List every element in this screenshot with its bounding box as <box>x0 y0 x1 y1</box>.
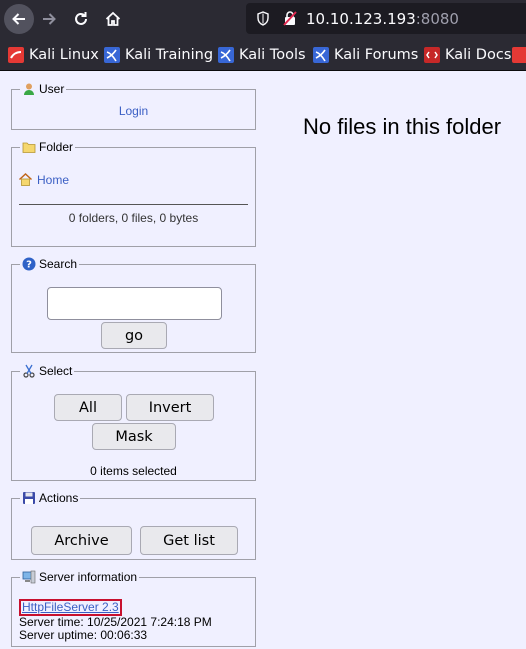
user-legend: User <box>20 82 66 96</box>
archive-button[interactable]: Archive <box>31 526 132 555</box>
kali-docs-icon <box>424 47 440 63</box>
arrow-right-icon <box>43 13 56 25</box>
user-panel: User Login <box>11 82 256 130</box>
server-legend: Server information <box>20 570 139 584</box>
floppy-disk-icon <box>23 492 35 504</box>
browser-toolbar: 10.10.123.193:8080 <box>0 0 526 38</box>
bookmark-kali-tools[interactable]: Kali Tools <box>218 46 306 64</box>
folder-stats: 0 folders, 0 files, 0 bytes <box>68 211 199 225</box>
search-input[interactable] <box>47 287 222 320</box>
search-legend: ? Search <box>20 257 79 271</box>
search-panel: ? Search go <box>11 257 256 353</box>
address-bar[interactable]: 10.10.123.193:8080 <box>246 3 526 34</box>
folder-legend-label: Folder <box>39 140 74 154</box>
mask-button[interactable]: Mask <box>92 423 176 450</box>
scissors-icon <box>23 364 35 378</box>
folder-legend: Folder <box>20 140 75 154</box>
empty-folder-message: No files in this folder <box>303 114 502 139</box>
svg-text:?: ? <box>26 260 32 271</box>
home-icon <box>105 11 121 26</box>
actions-legend-label: Actions <box>39 491 79 505</box>
folder-icon <box>22 142 36 153</box>
actions-panel: Actions Archive Get list <box>11 491 256 560</box>
url-host: 10.10.123.193 <box>306 10 416 28</box>
home-row: Home <box>18 172 255 187</box>
search-legend-label: Search <box>39 257 78 271</box>
folder-divider <box>19 204 248 205</box>
select-legend-label: Select <box>39 364 73 378</box>
select-legend: Select <box>20 364 74 378</box>
actions-legend: Actions <box>20 491 80 505</box>
bookmark-kali-linux[interactable]: Kali Linux <box>8 46 99 64</box>
kali-forums-icon <box>313 47 329 63</box>
bookmark-kali-forums[interactable]: Kali Forums <box>313 46 418 64</box>
invert-button[interactable]: Invert <box>126 394 214 421</box>
server-icon <box>22 570 36 584</box>
bookmarks-bar: Kali Linux Kali Training Kali Tools Kali… <box>0 38 526 71</box>
bookmark-label: Kali Docs <box>445 47 512 63</box>
reload-button[interactable] <box>66 4 96 34</box>
home-link[interactable]: Home <box>37 173 69 187</box>
folder-panel: Folder Home 0 folders, 0 files, 0 bytes <box>11 140 256 247</box>
bookmark-kali-training[interactable]: Kali Training <box>104 46 213 64</box>
url-text: 10.10.123.193:8080 <box>306 10 459 28</box>
go-button[interactable]: go <box>101 322 167 349</box>
bookmark-label: Kali Tools <box>239 47 306 63</box>
kali-training-icon <box>104 47 120 63</box>
shield-icon[interactable] <box>256 11 270 26</box>
select-panel: Select All Invert Mask 0 items selected <box>11 364 256 481</box>
bookmark-label: Kali Linux <box>29 47 99 63</box>
insecure-lock-icon[interactable] <box>282 10 298 27</box>
kali-tools-icon <box>218 47 234 63</box>
forward-button[interactable] <box>34 4 64 34</box>
reload-icon <box>75 12 87 25</box>
server-legend-label: Server information <box>39 570 138 584</box>
selection-status: 0 items selected <box>90 464 177 478</box>
user-legend-label: User <box>39 82 65 96</box>
help-icon: ? <box>22 257 36 271</box>
user-icon <box>24 83 34 95</box>
bookmark-kali-docs[interactable]: Kali Docs <box>424 46 511 64</box>
home-button[interactable] <box>98 4 128 34</box>
back-button[interactable] <box>4 4 34 34</box>
bookmark-overflow[interactable] <box>512 46 526 64</box>
bookmark-label: Kali Training <box>125 47 214 63</box>
server-uptime: Server uptime: 00:06:33 <box>19 628 148 642</box>
select-all-button[interactable]: All <box>54 394 122 421</box>
get-list-button[interactable]: Get list <box>140 526 238 555</box>
login-link[interactable]: Login <box>119 104 148 118</box>
version-link[interactable]: HttpFileServer 2.3 <box>22 600 119 614</box>
bookmark-label: Kali Forums <box>334 47 419 63</box>
server-info: HttpFileServer 2.3 Server time: 10/25/20… <box>19 599 212 642</box>
kali-favicon-icon <box>8 47 24 63</box>
version-highlight: HttpFileServer 2.3 <box>19 599 122 616</box>
url-port: :8080 <box>415 10 459 28</box>
server-panel: Server information HttpFileServer 2.3 Se… <box>11 570 256 647</box>
home-folder-icon <box>18 172 33 186</box>
kali-favicon-icon <box>512 47 526 63</box>
arrow-left-icon <box>12 13 25 25</box>
